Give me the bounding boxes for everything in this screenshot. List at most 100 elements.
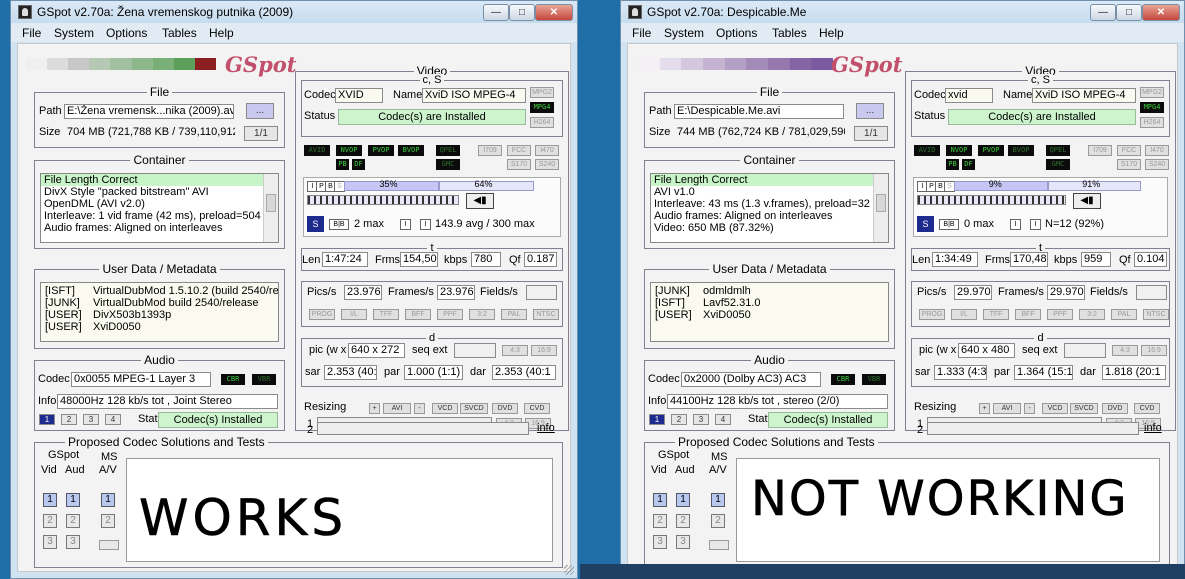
gspot-mini-icon[interactable]: S <box>917 216 934 232</box>
gspot-vid-result[interactable]: 2 <box>653 514 667 528</box>
resize-button[interactable]: + <box>369 403 380 414</box>
audio-track-button[interactable]: 2 <box>671 414 687 425</box>
path-field[interactable]: E:\Despicable.Me.avi <box>674 104 844 119</box>
title-bar[interactable]: GSpot v2.70a: Žena vremenskog putnika (2… <box>11 1 577 23</box>
container-list-item[interactable]: AVI v1.0 <box>651 186 888 198</box>
menu-tables[interactable]: Tables <box>162 26 197 40</box>
menu-tables[interactable]: Tables <box>772 26 807 40</box>
ms-av-result[interactable]: 2 <box>711 514 725 528</box>
browse-button[interactable]: ... <box>856 103 884 119</box>
codec-subgroup: c, S Codec XVID Name XviD ISO MPEG-4 Sta… <box>301 74 563 137</box>
menu-help[interactable]: Help <box>819 26 844 40</box>
menu-file[interactable]: File <box>22 26 41 40</box>
gspot-aud-result[interactable]: 3 <box>66 535 80 549</box>
menu-options[interactable]: Options <box>106 26 147 40</box>
container-scrollbar[interactable] <box>873 174 888 242</box>
size-grip[interactable] <box>564 565 574 575</box>
minimize-button[interactable]: — <box>483 4 509 21</box>
video-flag-indicator: AVID <box>304 145 330 156</box>
resize-button[interactable]: SVCD <box>460 403 488 414</box>
container-list-item[interactable]: File Length Correct <box>41 174 278 186</box>
gspot-aud-result[interactable]: 2 <box>676 514 690 528</box>
audio-track-button[interactable]: 1 <box>649 414 665 425</box>
close-button[interactable]: ✕ <box>1142 4 1180 21</box>
metadata-list[interactable]: [ISFT] VirtualDubMod 1.5.10.2 (build 2540… <box>40 282 279 342</box>
menu-system[interactable]: System <box>54 26 94 40</box>
resize-button[interactable]: SVCD <box>1070 403 1098 414</box>
ms-av-result[interactable]: 1 <box>101 493 115 507</box>
next-icon[interactable]: ◀▮ <box>466 193 494 209</box>
audio-track-button[interactable]: 1 <box>39 414 55 425</box>
audio-track-button[interactable]: 3 <box>693 414 709 425</box>
audio-track-button[interactable]: 4 <box>715 414 731 425</box>
gspot-mini-icon[interactable]: S <box>307 216 324 232</box>
info-link[interactable]: info <box>1144 422 1162 434</box>
fps-subgroup: Pics/s 23.976 Frames/s 23.976 Fields/s P… <box>301 281 563 327</box>
scan-flag-indicator: PROG <box>309 309 335 320</box>
container-list-item[interactable]: Interleave: 43 ms (1.3 v.frames), preloa… <box>651 198 888 210</box>
gspot-aud-result[interactable]: 1 <box>676 493 690 507</box>
scan-flag-indicator: I/L <box>951 309 977 320</box>
gspot-vid-result[interactable]: 1 <box>653 493 667 507</box>
audio-track-button[interactable]: 3 <box>83 414 99 425</box>
container-list[interactable]: File Length Correct DivX Style "packed bi… <box>40 173 279 243</box>
info-link[interactable]: info <box>537 422 555 434</box>
resize-button[interactable]: DVD <box>492 403 518 414</box>
audio-track-button[interactable]: 2 <box>61 414 77 425</box>
resizing-label: Resizing <box>304 401 347 413</box>
metadata-list[interactable]: [JUNK] odmldmlh [ISFT] Lavf52.31.0 [USER] Xvi… <box>650 282 889 342</box>
container-list-item[interactable]: Audio frames: Aligned on interleaves <box>651 210 888 222</box>
container-list-item[interactable]: OpenDML (AVI v2.0) <box>41 198 278 210</box>
video-flag-indicator: NVOP <box>946 145 972 156</box>
gspot-vid-result[interactable]: 1 <box>43 493 57 507</box>
maximize-button[interactable]: □ <box>509 4 535 21</box>
qf-field: 0.104 <box>1134 252 1167 267</box>
menu-options[interactable]: Options <box>716 26 757 40</box>
container-list-item[interactable]: Interleave: 1 vid frame (42 ms), preload… <box>41 210 278 222</box>
resize-button[interactable]: DVD <box>1102 403 1128 414</box>
title-bar[interactable]: GSpot v2.70a: Despicable.Me — □ ✕ <box>621 1 1184 23</box>
page-indicator: 1/1 <box>854 126 888 141</box>
next-icon[interactable]: ◀▮ <box>1073 193 1101 209</box>
ms-av-result[interactable]: 1 <box>711 493 725 507</box>
resize-button[interactable]: CVD <box>1134 403 1160 414</box>
container-scrollbar[interactable] <box>263 174 278 242</box>
resize-button[interactable]: AVI <box>383 403 411 414</box>
gspot-vid-result[interactable]: 3 <box>43 535 57 549</box>
container-list[interactable]: File Length Correct AVI v1.0 Interleave: 4… <box>650 173 889 243</box>
close-button[interactable]: ✕ <box>535 4 573 21</box>
resize-button[interactable]: - <box>1024 403 1035 414</box>
container-list-item[interactable]: Video: 650 MB (87.32%) <box>651 222 888 234</box>
menu-help[interactable]: Help <box>209 26 234 40</box>
scan-flag-indicator: TFF <box>373 309 399 320</box>
video-flag-indicator: GMC <box>436 159 460 170</box>
browse-button[interactable]: ... <box>246 103 274 119</box>
container-list-item[interactable]: File Length Correct <box>651 174 888 186</box>
resize-button[interactable]: VCD <box>432 403 458 414</box>
resize-button[interactable]: - <box>414 403 425 414</box>
gspot-vid-result[interactable]: 3 <box>653 535 667 549</box>
fields-field <box>1136 285 1167 300</box>
resize-button[interactable]: VCD <box>1042 403 1068 414</box>
path-field[interactable]: E:\Žena vremensk...nika (2009).avi <box>64 104 234 119</box>
gspot-aud-result[interactable]: 1 <box>66 493 80 507</box>
gspot-aud-result[interactable]: 2 <box>66 514 80 528</box>
gspot-aud-result[interactable]: 3 <box>676 535 690 549</box>
metadata-key: [JUNK] <box>655 285 690 297</box>
resize-button[interactable]: CVD <box>524 403 550 414</box>
resize-button[interactable]: AVI <box>993 403 1021 414</box>
gspot-vid-result[interactable]: 2 <box>43 514 57 528</box>
maximize-button[interactable]: □ <box>1116 4 1142 21</box>
container-list-item[interactable]: DivX Style "packed bitstream" AVI <box>41 186 278 198</box>
client-area: GSpot File Path E:\Despicable.Me.avi ...… <box>627 43 1178 572</box>
audio-stat-label: Stat <box>138 413 158 425</box>
kbps-field: 959 <box>1081 252 1111 267</box>
minimize-button[interactable]: — <box>1090 4 1116 21</box>
audio-track-button[interactable]: 4 <box>105 414 121 425</box>
ms-av-result[interactable]: 2 <box>101 514 115 528</box>
menu-file[interactable]: File <box>632 26 651 40</box>
container-list-item[interactable]: Audio frames: Aligned on interleaves <box>41 222 278 234</box>
size-label: Size <box>649 126 671 138</box>
resize-button[interactable]: + <box>979 403 990 414</box>
menu-system[interactable]: System <box>664 26 704 40</box>
